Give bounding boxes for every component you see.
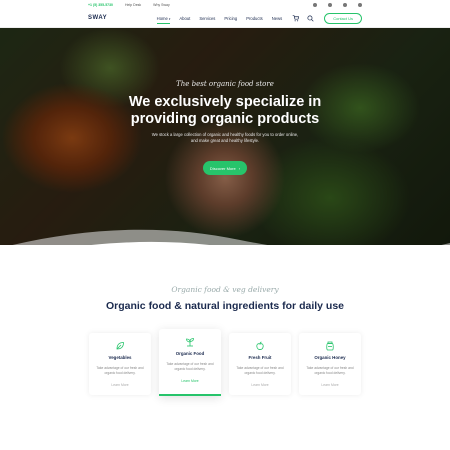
discover-more-label: Discover More — [209, 165, 236, 171]
service-card-vegetables[interactable]: Vegetables Take advantage of our fresh a… — [89, 333, 151, 395]
hero-content: The best organic food store We exclusive… — [0, 28, 450, 245]
nav-item-label: Home — [156, 15, 168, 21]
nav-item-home[interactable]: Home▾ — [156, 15, 171, 24]
card-title: Organic Honey — [314, 355, 346, 360]
card-learn-more-link[interactable]: Learn More — [89, 383, 151, 387]
active-card-accent-bar — [159, 394, 221, 396]
hero-title: We exclusively specialize in providing o… — [0, 94, 450, 128]
card-description: Take advantage of our fresh and organic … — [166, 362, 214, 371]
cart-icon[interactable] — [292, 14, 300, 22]
hero-subtitle: We stock a large collection of organic a… — [151, 132, 299, 143]
phone-number[interactable]: +1 (5) 355-5730 — [88, 3, 113, 7]
honey-jar-icon — [326, 341, 334, 351]
apple-icon — [256, 341, 264, 350]
hero-wave-divider — [12, 229, 450, 245]
youtube-icon[interactable] — [358, 2, 362, 7]
card-title: Organic Food — [175, 351, 205, 356]
section-script-tagline: Organic food & veg delivery — [171, 285, 279, 294]
card-learn-more-link[interactable]: Learn More — [229, 383, 291, 387]
hero-script-tagline: The best organic food store — [176, 80, 274, 88]
nav-item-services[interactable]: Services — [199, 16, 215, 21]
card-description: Take advantage of our fresh and organic … — [306, 366, 354, 375]
logo[interactable]: SWAY — [88, 15, 107, 21]
why-sway-link[interactable]: Why Sway — [153, 3, 170, 7]
card-description: Take advantage of our fresh and organic … — [236, 366, 284, 375]
hero-section: The best organic food store We exclusive… — [0, 28, 450, 245]
card-title: Vegetables — [108, 355, 132, 360]
card-description: Take advantage of our fresh and organic … — [96, 366, 144, 375]
sprout-icon — [186, 338, 194, 347]
section-title: Organic food & natural ingredients for d… — [105, 300, 345, 312]
card-title: Fresh Fruit — [248, 355, 272, 360]
chevron-down-icon: ▾ — [168, 16, 171, 21]
service-card-organic-honey[interactable]: Organic Honey Take advantage of our fres… — [299, 333, 361, 395]
nav-item-news[interactable]: News — [272, 16, 282, 21]
help-desk-link[interactable]: Help Desk — [125, 3, 141, 7]
facebook-icon[interactable] — [313, 2, 317, 7]
top-bar: +1 (5) 355-5730 Help Desk Why Sway — [0, 0, 450, 9]
nav-item-about[interactable]: About — [179, 16, 190, 21]
hero-title-line-1: We exclusively specialize in — [128, 94, 322, 110]
instagram-icon[interactable] — [343, 2, 347, 7]
social-links — [313, 2, 362, 7]
discover-more-button[interactable]: Discover More › — [203, 161, 247, 175]
main-nav: Home▾ About Services Pricing Products Ne… — [156, 15, 282, 24]
contact-us-button[interactable]: Contact Us — [324, 12, 362, 24]
arrow-right-icon: › — [238, 165, 241, 171]
leaf-icon — [116, 342, 124, 350]
card-learn-more-link[interactable]: Learn More — [159, 379, 221, 383]
card-learn-more-link[interactable]: Learn More — [299, 383, 361, 387]
header-icons — [292, 14, 314, 22]
main-header: SWAY Home▾ About Services Pricing Produc… — [0, 9, 450, 28]
hero-title-line-2: providing organic products — [130, 111, 320, 127]
nav-item-pricing[interactable]: Pricing — [224, 16, 237, 21]
nav-item-products[interactable]: Products — [246, 16, 263, 21]
service-card-organic-food[interactable]: Organic Food Take advantage of our fresh… — [159, 329, 221, 396]
service-card-fresh-fruit[interactable]: Fresh Fruit Take advantage of our fresh … — [229, 333, 291, 395]
search-icon[interactable] — [307, 14, 314, 22]
twitter-icon[interactable] — [328, 2, 332, 7]
